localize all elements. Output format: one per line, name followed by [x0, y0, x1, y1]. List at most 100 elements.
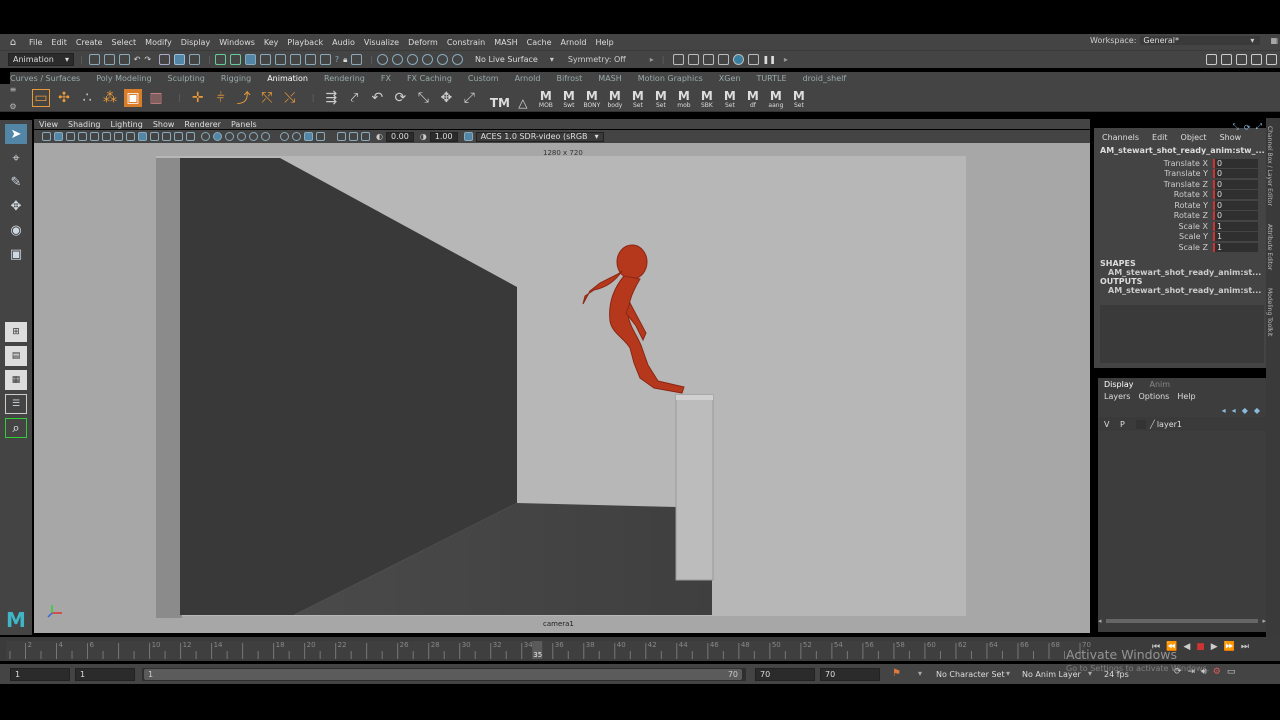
lock-camera-icon[interactable]	[54, 132, 63, 141]
transform-icon[interactable]: ⤡	[1232, 122, 1238, 132]
bend-icon[interactable]: ↶	[368, 89, 386, 107]
shadows-icon[interactable]	[261, 132, 270, 141]
attribute-row[interactable]: Rotate X 0	[1094, 190, 1266, 201]
tool-settings-icon[interactable]	[1236, 54, 1247, 65]
open-scene-icon[interactable]	[103, 54, 115, 65]
mode-selector[interactable]: Animation ▾	[8, 53, 74, 66]
display-shadow-icon[interactable]	[732, 54, 744, 65]
range-slider[interactable]: 1 70	[142, 668, 746, 681]
side-tab-1[interactable]: Attribute Editor	[1266, 224, 1273, 270]
start-frame-field[interactable]: 1	[10, 667, 70, 681]
channel-menu-show[interactable]: Show	[1220, 133, 1242, 142]
display-render-icon[interactable]	[672, 54, 684, 65]
live-surface-field[interactable]: No Live Surface	[471, 53, 542, 66]
shapes-item[interactable]: AM_stewart_shot_ready_anim:st...	[1094, 268, 1266, 277]
chevron-down-icon[interactable]: ▾	[1006, 669, 1010, 678]
attribute-value[interactable]: 1	[1213, 242, 1258, 252]
attribute-value[interactable]: 0	[1213, 179, 1258, 189]
snap-view-icon[interactable]	[259, 54, 271, 65]
viewport-menu-panels[interactable]: Panels	[231, 120, 257, 129]
snap-surface-icon[interactable]	[274, 54, 286, 65]
menu-item-constrain[interactable]: Constrain	[447, 38, 485, 47]
search-icon[interactable]: ⌕	[5, 418, 27, 438]
shelf-menu-icon[interactable]: ≡	[10, 85, 17, 94]
outliner-layout-icon[interactable]: ☰	[5, 394, 27, 414]
attribute-row[interactable]: Scale X 1	[1094, 221, 1266, 232]
new-layer-icon[interactable]: ◆	[1242, 406, 1248, 415]
xray-joints-icon[interactable]	[292, 132, 301, 141]
snap-grid-icon[interactable]	[214, 54, 226, 65]
shelf-tab-droid-shelf[interactable]: droid_shelf	[803, 74, 847, 83]
set-key-icon[interactable]: ▭	[32, 88, 50, 107]
auto-key-icon[interactable]: ⚑	[892, 668, 901, 679]
lights-icon[interactable]	[249, 132, 258, 141]
layer-visibility[interactable]: V	[1104, 420, 1120, 429]
key-selected-icon[interactable]: ✣	[55, 89, 73, 107]
layer-playback[interactable]: P	[1120, 420, 1136, 429]
gate-mask-icon[interactable]	[150, 132, 159, 141]
shelf-settings-icon[interactable]: ⚙	[9, 102, 16, 111]
menu-item-select[interactable]: Select	[111, 38, 136, 47]
character-set-label[interactable]: No Character Set	[936, 670, 1005, 679]
xray-icon[interactable]	[280, 132, 289, 141]
undo-icon[interactable]: ↶	[134, 55, 141, 64]
field-chart-icon[interactable]	[162, 132, 171, 141]
channel-menu-channels[interactable]: Channels	[1102, 133, 1139, 142]
two-pane-layout-icon[interactable]: ▤	[5, 346, 27, 366]
shelf-tab-rigging[interactable]: Rigging	[221, 74, 251, 83]
shelf-button-11[interactable]: Mdf	[742, 87, 763, 109]
side-tab-0[interactable]: Channel Box / Layer Editor	[1266, 126, 1273, 206]
end-frame-field[interactable]: 70	[820, 667, 880, 681]
tab-display[interactable]: Display	[1104, 380, 1134, 389]
image-plane-icon[interactable]	[78, 132, 87, 141]
move-tool-icon[interactable]: ✥	[5, 196, 27, 216]
color-space-dropdown[interactable]: ACES 1.0 SDR-video (sRGB ▾	[475, 131, 604, 142]
paint-select-icon[interactable]: ✎	[5, 172, 27, 192]
viewport-menu-view[interactable]: View	[39, 120, 58, 129]
shelf-button-0[interactable]: TM	[489, 87, 510, 109]
layer-menu-layers[interactable]: Layers	[1104, 392, 1130, 401]
shelf-button-7[interactable]: M Set	[650, 87, 671, 109]
ambient-occlusion-icon[interactable]	[316, 132, 325, 141]
wire-on-shaded-icon[interactable]	[225, 132, 234, 141]
shelf-tab-custom[interactable]: Custom	[468, 74, 499, 83]
single-layout-icon[interactable]: ⊞	[5, 322, 27, 342]
shelf-button-1[interactable]: △	[512, 87, 533, 109]
four-pane-layout-icon[interactable]: ▦	[5, 370, 27, 390]
constraint-icon[interactable]: ✥	[437, 89, 455, 107]
isolate-icon[interactable]	[304, 132, 313, 141]
shelf-tab-arnold[interactable]: Arnold	[515, 74, 541, 83]
attribute-value[interactable]: 0	[1213, 169, 1258, 179]
dots-icon[interactable]: ∴	[78, 89, 96, 107]
viewport-menu-lighting[interactable]: Lighting	[110, 120, 142, 129]
exposure-field[interactable]: 0.00	[385, 131, 414, 142]
lock-icon[interactable]: 🔒︎	[343, 55, 347, 65]
display-aa-icon[interactable]	[747, 54, 759, 65]
construction-icon[interactable]	[319, 54, 331, 65]
attribute-row[interactable]: Translate Z 0	[1094, 179, 1266, 190]
film-gate-icon[interactable]	[126, 132, 135, 141]
expand-icon[interactable]: ⤢	[1256, 122, 1262, 132]
redo-icon[interactable]: ↷	[144, 55, 151, 64]
shelf-tab-mash[interactable]: MASH	[598, 74, 621, 83]
menu-item-deform[interactable]: Deform	[408, 38, 438, 47]
shelf-tab-animation[interactable]: Animation	[267, 74, 308, 83]
display-camera-icon[interactable]	[702, 54, 714, 65]
layer-color-icon[interactable]: ╱	[1150, 420, 1155, 429]
menu-item-file[interactable]: File	[29, 38, 42, 47]
select-hierarchy-icon[interactable]	[159, 54, 171, 65]
menu-item-arnold[interactable]: Arnold	[561, 38, 587, 47]
attribute-editor-icon[interactable]	[1221, 54, 1232, 65]
ik-handle-icon[interactable]: ⫩	[212, 89, 230, 107]
menu-item-audio[interactable]: Audio	[332, 38, 355, 47]
attribute-value[interactable]: 0	[1213, 211, 1258, 221]
display-light-icon[interactable]	[717, 54, 729, 65]
dof-icon[interactable]	[361, 132, 370, 141]
layout-icon[interactable]	[351, 54, 363, 65]
channel-menu-object[interactable]: Object	[1181, 133, 1207, 142]
range-slider-handle[interactable]: 1 70	[144, 669, 742, 680]
move-layer-down-icon[interactable]: ◂	[1232, 406, 1236, 415]
menu-item-cache[interactable]: Cache	[527, 38, 552, 47]
layer-type[interactable]	[1136, 419, 1146, 429]
shelf-tab-fx[interactable]: FX	[381, 74, 391, 83]
